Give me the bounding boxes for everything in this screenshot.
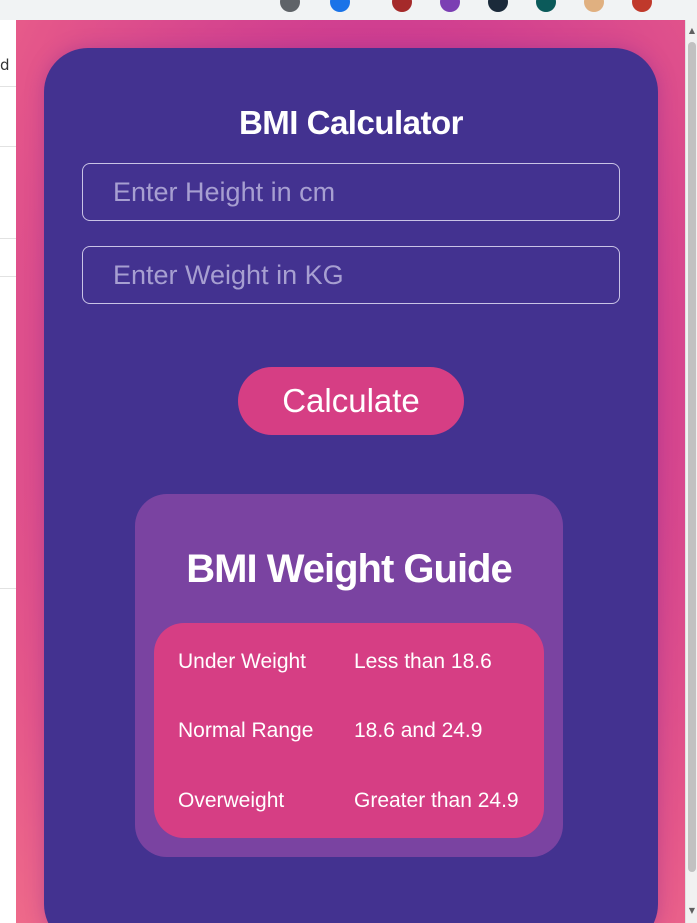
scroll-up-arrow-icon[interactable]: ▲ — [686, 26, 697, 35]
share-icon[interactable] — [280, 0, 300, 12]
divider — [0, 238, 16, 239]
popup-page: BMI Calculator Calculate BMI Weight Guid… — [16, 20, 685, 923]
guide-title: BMI Weight Guide — [186, 547, 512, 591]
bmi-guide-panel: BMI Weight Guide Under Weight Less than … — [135, 494, 563, 857]
guide-category: Overweight — [178, 789, 285, 812]
guide-category: Normal Range — [178, 719, 314, 742]
guide-row-normal: Normal Range 18.6 and 24.9 — [154, 719, 544, 749]
bmi-card: BMI Calculator Calculate BMI Weight Guid… — [44, 48, 658, 923]
guide-range: Greater than 24.9 — [354, 789, 519, 812]
guide-table: Under Weight Less than 18.6 Normal Range… — [154, 623, 544, 838]
divider — [0, 86, 16, 87]
divider — [0, 146, 16, 147]
background-page: d — [0, 20, 17, 923]
guide-row-underweight: Under Weight Less than 18.6 — [154, 650, 544, 680]
scroll-thumb[interactable] — [688, 42, 696, 872]
divider — [0, 276, 16, 277]
extension-icon-5[interactable] — [584, 0, 604, 12]
divider — [0, 588, 16, 589]
calculate-button[interactable]: Calculate — [238, 367, 464, 435]
extension-icon-2[interactable] — [440, 0, 460, 12]
scrollbar[interactable]: ▲ ▼ — [685, 20, 697, 923]
guide-row-overweight: Overweight Greater than 24.9 — [154, 789, 544, 819]
extension-icon-6[interactable] — [632, 0, 652, 12]
weight-input[interactable] — [82, 246, 620, 304]
extension-icon-3[interactable] — [488, 0, 508, 12]
page-title: BMI Calculator — [238, 104, 464, 141]
guide-range: Less than 18.6 — [354, 650, 492, 673]
scroll-down-arrow-icon[interactable]: ▼ — [686, 906, 697, 915]
extension-icon-1[interactable] — [392, 0, 412, 12]
bookmark-star-icon[interactable] — [330, 0, 350, 12]
extension-icon-4[interactable] — [536, 0, 556, 12]
height-input[interactable] — [82, 163, 620, 221]
guide-category: Under Weight — [178, 650, 307, 673]
browser-toolbar — [0, 0, 697, 21]
background-text-fragment: d — [0, 56, 10, 74]
guide-range: 18.6 and 24.9 — [354, 719, 483, 742]
